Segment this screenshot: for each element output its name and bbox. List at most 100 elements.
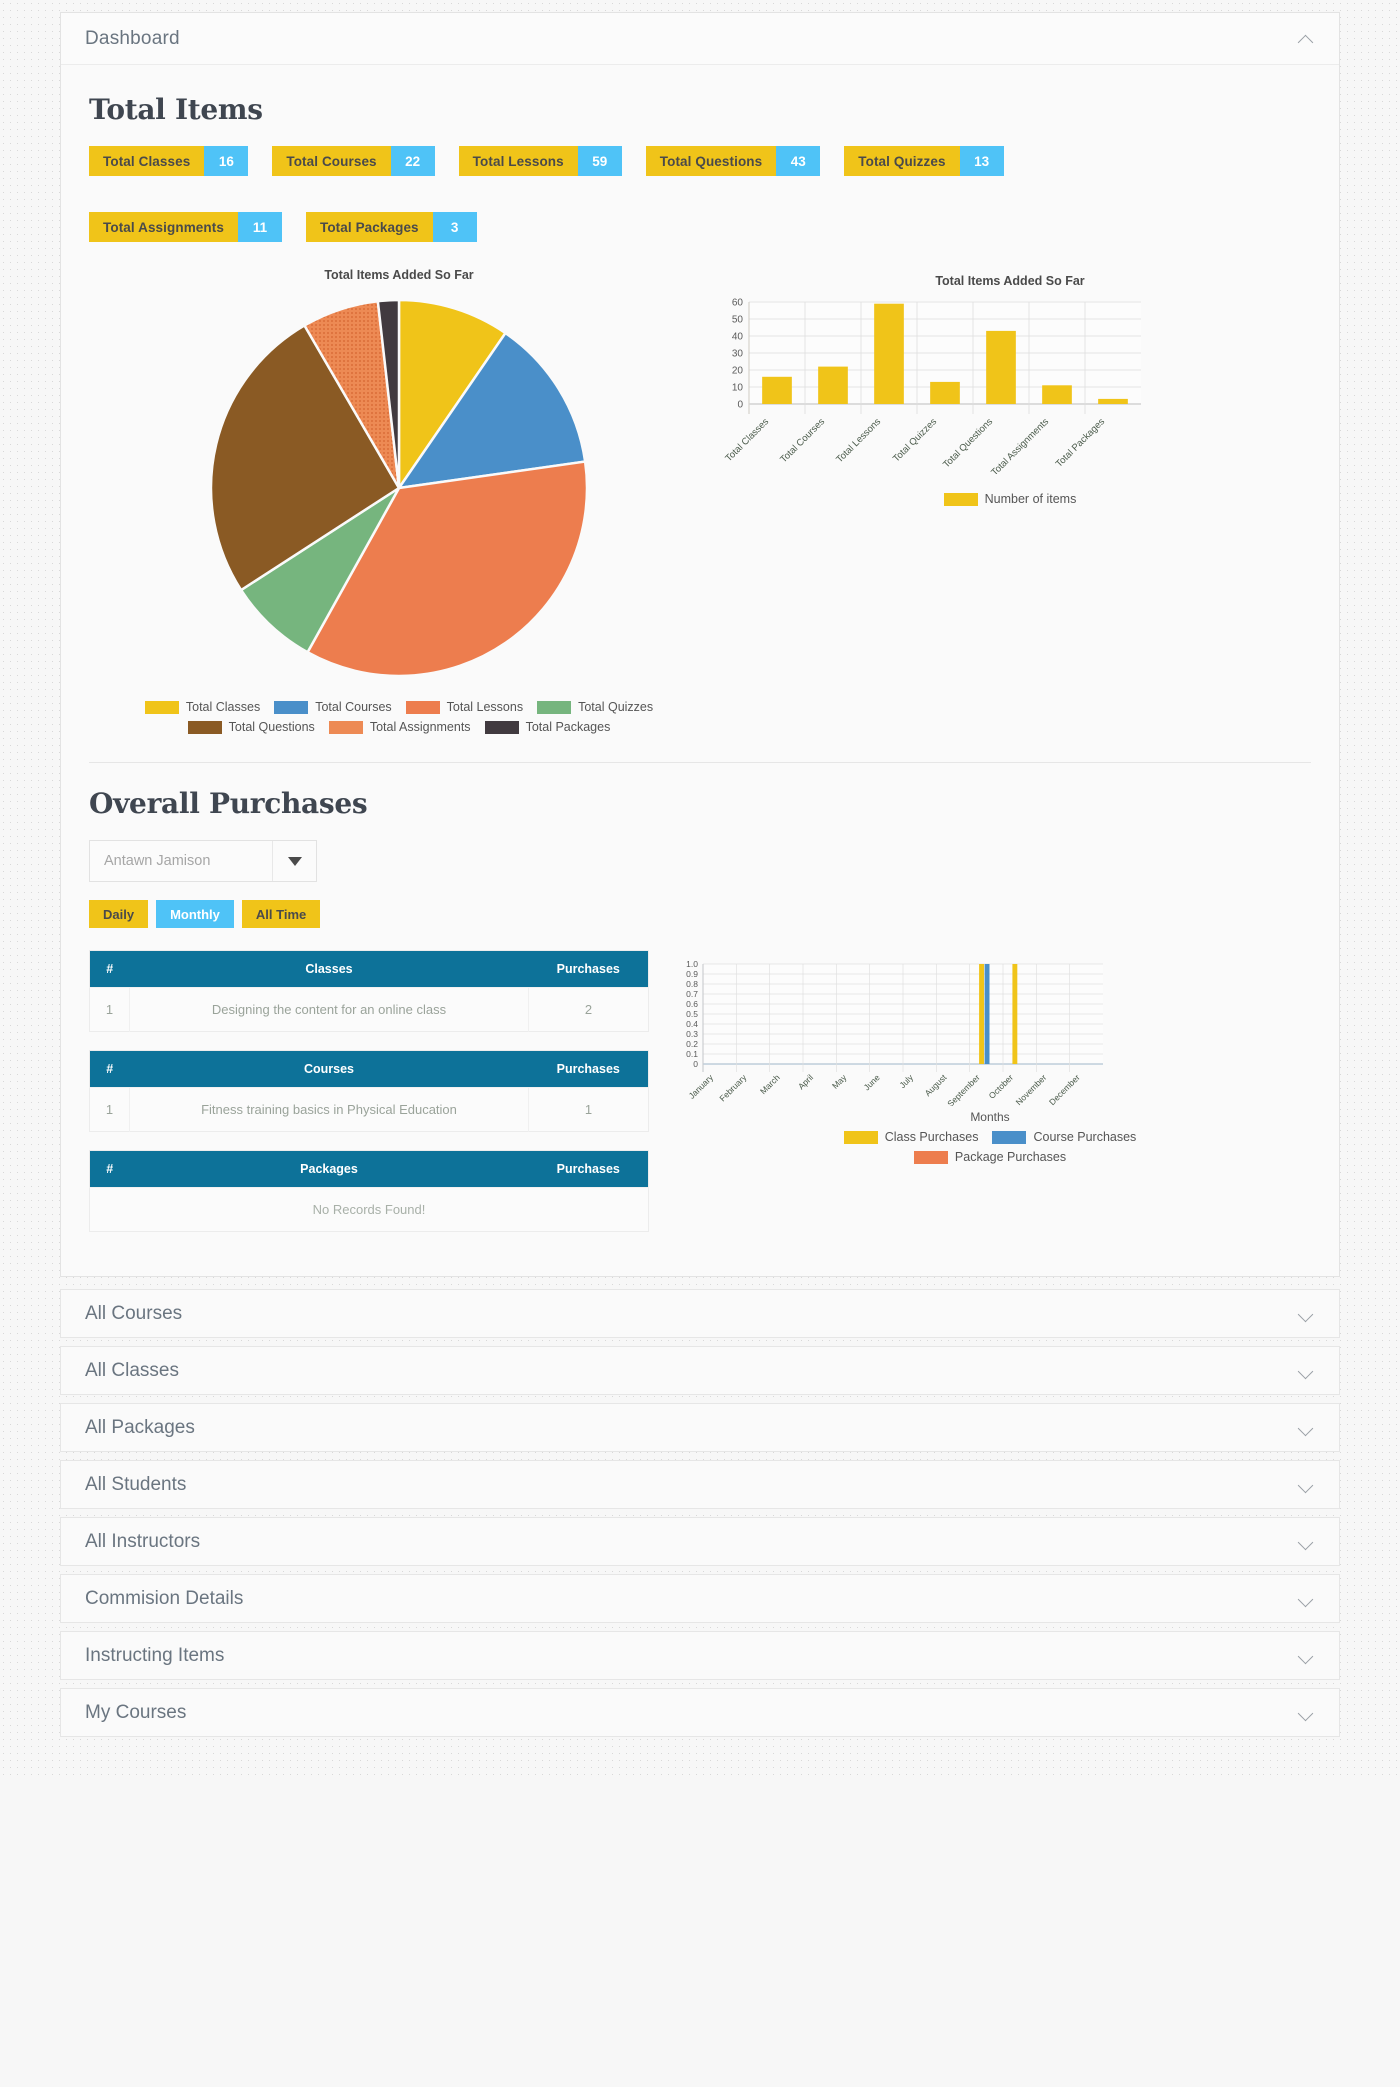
chevron-down-icon[interactable] — [1297, 1703, 1317, 1723]
instructor-select[interactable]: Antawn Jamison — [89, 840, 317, 882]
legend-swatch — [943, 492, 978, 506]
stat-badge[interactable]: Total Questions 43 — [645, 146, 821, 176]
chevron-down-icon[interactable] — [1297, 1589, 1317, 1609]
purchases-row: # Classes Purchases 1 Designing the cont… — [89, 950, 1311, 1250]
accordion-item-all-classes[interactable]: All Classes — [60, 1346, 1340, 1395]
y-tick-label: 30 — [732, 349, 744, 360]
stat-badge[interactable]: Total Quizzes 13 — [844, 146, 1004, 176]
bar — [1042, 385, 1072, 404]
accordion-item-all-courses[interactable]: All Courses — [60, 1289, 1340, 1338]
bar — [979, 964, 984, 1064]
accordion-item-all-instructors[interactable]: All Instructors — [60, 1517, 1340, 1566]
x-tick-label: October — [987, 1072, 1016, 1101]
all-time-button[interactable]: All Time — [241, 900, 321, 928]
stat-badge[interactable]: Total Assignments 11 — [89, 212, 282, 242]
accordion-title: All Classes — [85, 1359, 179, 1381]
legend-item: Total Courses — [274, 700, 392, 714]
chevron-down-icon[interactable] — [272, 841, 316, 881]
legend-label: Total Classes — [185, 700, 261, 714]
chevron-down-icon[interactable] — [1297, 1418, 1317, 1438]
stat-badge[interactable]: Total Lessons 59 — [458, 146, 622, 176]
legend-item: Class Purchases — [843, 1130, 979, 1144]
column-header-index: # — [89, 950, 130, 988]
pie-chart-svg — [209, 298, 589, 678]
legend-swatch — [537, 700, 572, 714]
x-tick-label: November — [1014, 1072, 1049, 1106]
x-tick-label: August — [923, 1072, 949, 1098]
bar-chart-legend: Number of items — [790, 492, 1230, 506]
table-header-row: # Packages Purchases — [89, 1150, 649, 1188]
legend-swatch — [992, 1130, 1027, 1144]
legend-swatch — [913, 1150, 948, 1164]
column-header-index: # — [89, 1050, 130, 1088]
column-header-purchases: Purchases — [528, 950, 649, 988]
x-tick-label: September — [945, 1072, 982, 1106]
bar — [1012, 964, 1018, 1064]
accordion-title: Commision Details — [85, 1587, 244, 1609]
accordion-title: All Students — [85, 1473, 187, 1495]
stat-badge-value: 59 — [577, 146, 622, 176]
accordion-item-all-packages[interactable]: All Packages — [60, 1403, 1340, 1452]
x-tick-label: Total Lessons — [834, 416, 883, 465]
accordion-item-instructing-items[interactable]: Instructing Items — [60, 1631, 1340, 1680]
y-tick-label: 60 — [732, 298, 744, 309]
dashboard-panel-header[interactable]: Dashboard — [61, 13, 1339, 65]
stat-badge[interactable]: Total Classes 16 — [89, 146, 249, 176]
x-tick-label: Total Assignments — [989, 416, 1051, 474]
bar-chart-svg: 0102030405060Total Classes Total Courses T… — [723, 298, 1141, 474]
table-row: 1 Fitness training basics in Physical Ed… — [89, 1087, 649, 1132]
y-tick-label: 0.8 — [686, 979, 698, 989]
y-tick-label: 0 — [693, 1059, 698, 1069]
legend-label: Class Purchases — [884, 1130, 979, 1144]
x-tick-label: February — [717, 1072, 749, 1104]
x-tick-label: April — [796, 1072, 815, 1091]
x-tick-label: Total Packages — [1054, 416, 1108, 470]
chevron-down-icon[interactable] — [1297, 1361, 1317, 1381]
bar — [986, 330, 1016, 404]
accordion-item-all-students[interactable]: All Students — [60, 1460, 1340, 1509]
chevron-down-icon[interactable] — [1297, 1646, 1317, 1666]
y-tick-label: 40 — [732, 332, 744, 343]
range-buttons: Daily Monthly All Time — [89, 900, 1311, 928]
x-tick-label: July — [897, 1072, 915, 1090]
daily-button[interactable]: Daily — [89, 900, 149, 928]
instructor-select-value: Antawn Jamison — [104, 853, 211, 869]
bar — [930, 381, 960, 404]
chevron-down-icon[interactable] — [1297, 1532, 1317, 1552]
chevron-down-icon[interactable] — [1297, 1475, 1317, 1495]
dashboard-panel: Dashboard Total Items Total Classes 16 T… — [60, 12, 1340, 1277]
y-tick-label: 20 — [732, 366, 744, 377]
row-purchases: 1 — [528, 1087, 649, 1132]
stat-badge-label: Total Assignments — [89, 212, 238, 242]
bar — [984, 964, 990, 1064]
legend-swatch — [187, 720, 222, 734]
accordion-item-commision-details[interactable]: Commision Details — [60, 1574, 1340, 1623]
page-title: Dashboard — [85, 27, 180, 49]
accordion-title: My Courses — [85, 1701, 187, 1723]
legend-label: Total Assignments — [369, 720, 471, 734]
pie-chart — [89, 288, 709, 688]
stat-badge[interactable]: Total Courses 22 — [272, 146, 435, 176]
stat-badge-value: 11 — [237, 212, 282, 242]
bar — [762, 376, 792, 404]
monthly-button[interactable]: Monthly — [156, 900, 234, 928]
chevron-up-icon[interactable] — [1297, 29, 1317, 49]
packages-purchases-table: # Packages Purchases No Records Found! — [89, 1150, 649, 1232]
accordion-item-my-courses[interactable]: My Courses — [60, 1688, 1340, 1737]
column-header-name: Classes — [129, 950, 529, 988]
y-tick-label: 50 — [732, 315, 744, 326]
legend-item: Total Quizzes — [537, 700, 653, 714]
legend-item: Total Assignments — [328, 720, 471, 734]
legend-label: Course Purchases — [1033, 1130, 1137, 1144]
chevron-down-icon[interactable] — [1297, 1304, 1317, 1324]
column-header-name: Packages — [129, 1150, 529, 1188]
y-tick-label: 0.6 — [686, 999, 698, 1009]
y-tick-label: 0.3 — [686, 1029, 698, 1039]
legend-swatch — [144, 700, 179, 714]
legend-label: Total Courses — [315, 700, 392, 714]
stat-badge[interactable]: Total Packages 3 — [305, 212, 477, 242]
column-header-purchases: Purchases — [528, 1150, 649, 1188]
legend-swatch — [484, 720, 519, 734]
x-tick-label: June — [862, 1072, 882, 1092]
items-charts-row: Total Items Added So Far Total Classes T… — [89, 268, 1311, 734]
